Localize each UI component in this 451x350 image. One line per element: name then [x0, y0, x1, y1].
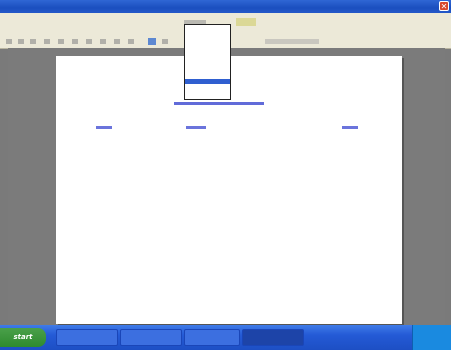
history-icon[interactable] [114, 39, 120, 44]
print-icon[interactable] [148, 38, 156, 45]
menu-item[interactable] [236, 18, 256, 26]
dropdown-menu [184, 24, 231, 100]
favorites-icon[interactable] [86, 39, 92, 44]
back-icon[interactable] [6, 39, 12, 44]
window-titlebar: ✕ [0, 0, 451, 13]
media-icon[interactable] [100, 39, 106, 44]
taskbar: start [0, 325, 451, 350]
taskbar-item-active[interactable] [242, 329, 304, 346]
taskbar-item[interactable] [56, 329, 118, 346]
zoom-field[interactable] [265, 39, 319, 44]
column-header-name[interactable] [96, 126, 112, 129]
home-icon[interactable] [58, 39, 64, 44]
taskbar-item[interactable] [184, 329, 240, 346]
close-icon[interactable]: ✕ [439, 1, 449, 11]
stop-icon[interactable] [30, 39, 36, 44]
mail-icon[interactable] [128, 39, 134, 44]
page-heading-link[interactable] [174, 102, 264, 105]
taskbar-item[interactable] [120, 329, 182, 346]
start-button[interactable]: start [0, 328, 46, 347]
dropdown-item[interactable] [185, 79, 230, 84]
system-tray-clock[interactable] [412, 325, 451, 350]
column-header-size[interactable] [342, 126, 358, 129]
search-icon[interactable] [72, 39, 78, 44]
column-header-date[interactable] [186, 126, 206, 129]
forward-icon[interactable] [18, 39, 24, 44]
refresh-icon[interactable] [44, 39, 50, 44]
edit-icon[interactable] [162, 39, 168, 44]
